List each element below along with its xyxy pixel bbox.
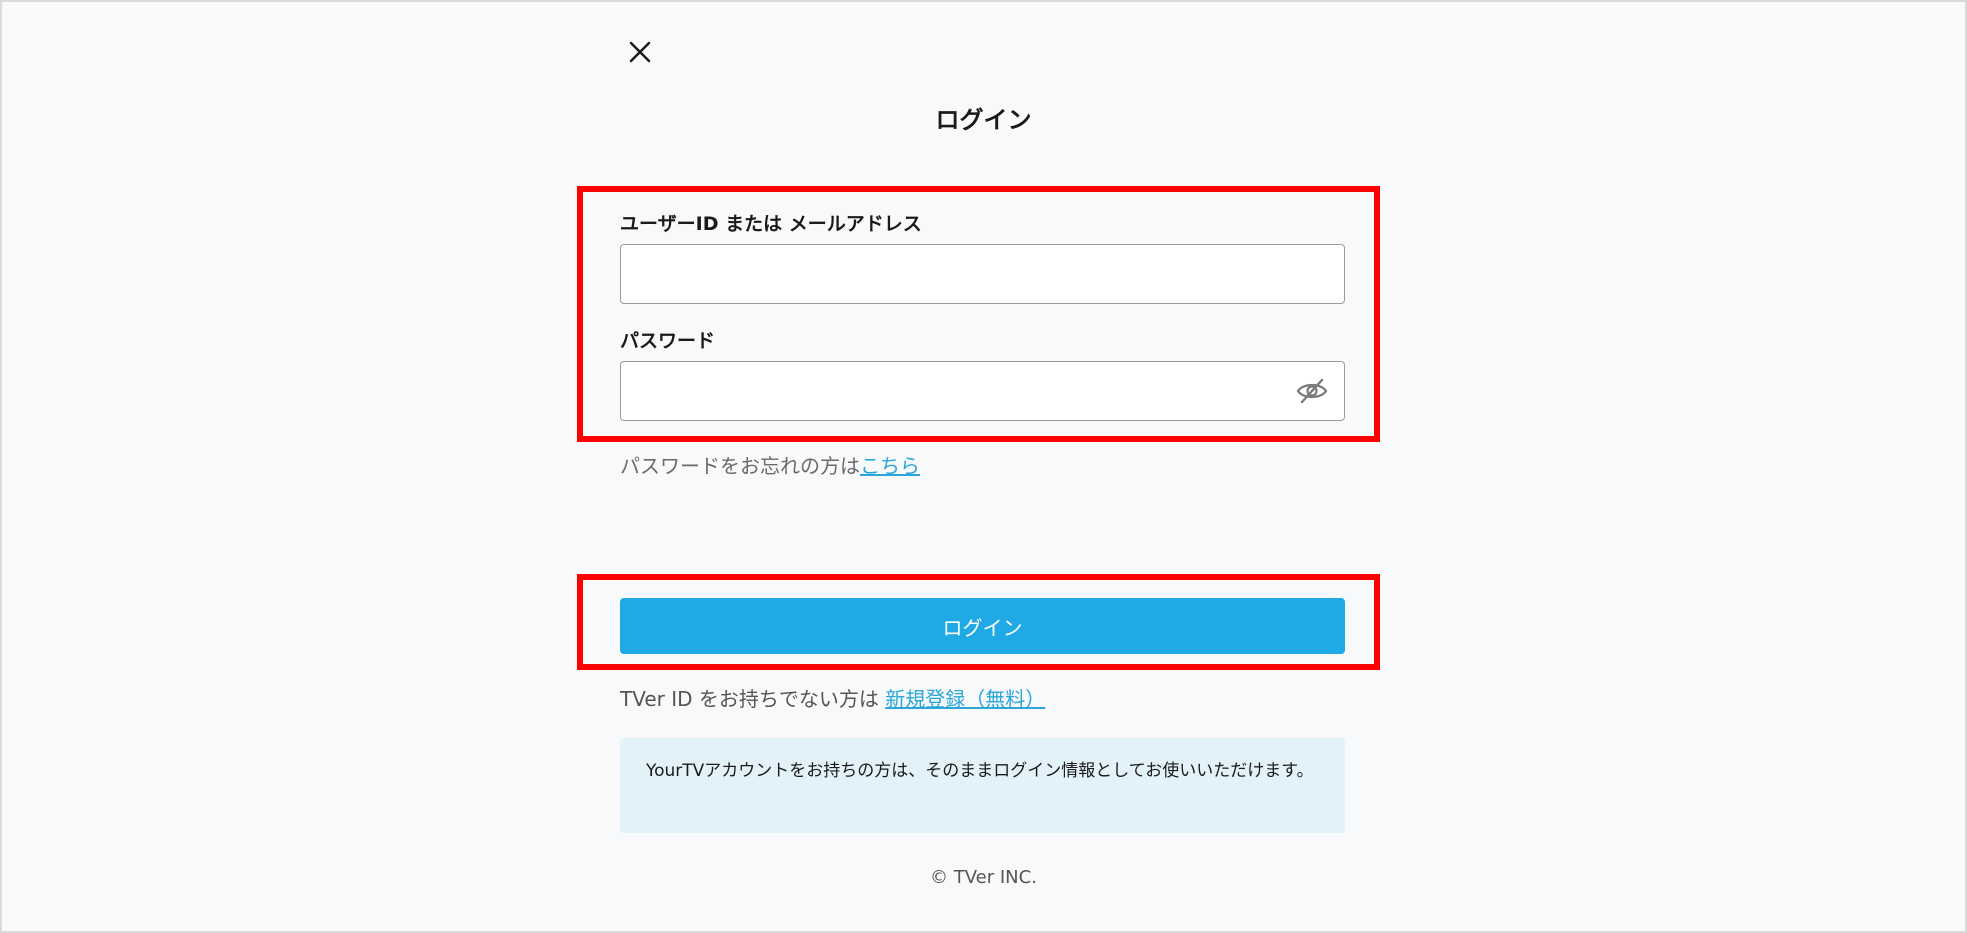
forgot-password-link[interactable]: こちら [860, 454, 920, 478]
user-id-email-input[interactable] [620, 244, 1345, 304]
forgot-password-row: パスワードをお忘れの方はこちら [620, 450, 920, 479]
password-visibility-toggle[interactable] [1295, 376, 1329, 406]
copyright: © TVer INC. [930, 867, 1037, 888]
register-row: TVer ID をお持ちでない方は 新規登録（無料） [620, 683, 1045, 712]
close-icon [629, 41, 651, 63]
yourtv-info-box: YourTVアカウントをお持ちの方は、そのままログイン情報としてお使いいただけま… [620, 738, 1345, 833]
yourtv-info-text: YourTVアカウントをお持ちの方は、そのままログイン情報としてお使いいただけま… [646, 761, 1314, 781]
register-link[interactable]: 新規登録（無料） [885, 687, 1045, 711]
eye-slash-icon [1296, 378, 1328, 404]
register-text: TVer ID をお持ちでない方は [620, 687, 886, 711]
forgot-password-text: パスワードをお忘れの方は [620, 454, 860, 478]
password-input[interactable] [620, 361, 1345, 421]
close-button[interactable] [624, 36, 656, 68]
page-title: ログイン [935, 106, 1032, 134]
login-button[interactable]: ログイン [620, 598, 1345, 654]
password-label: パスワード [620, 330, 716, 352]
user-id-label: ユーザーID または メールアドレス [620, 213, 922, 235]
